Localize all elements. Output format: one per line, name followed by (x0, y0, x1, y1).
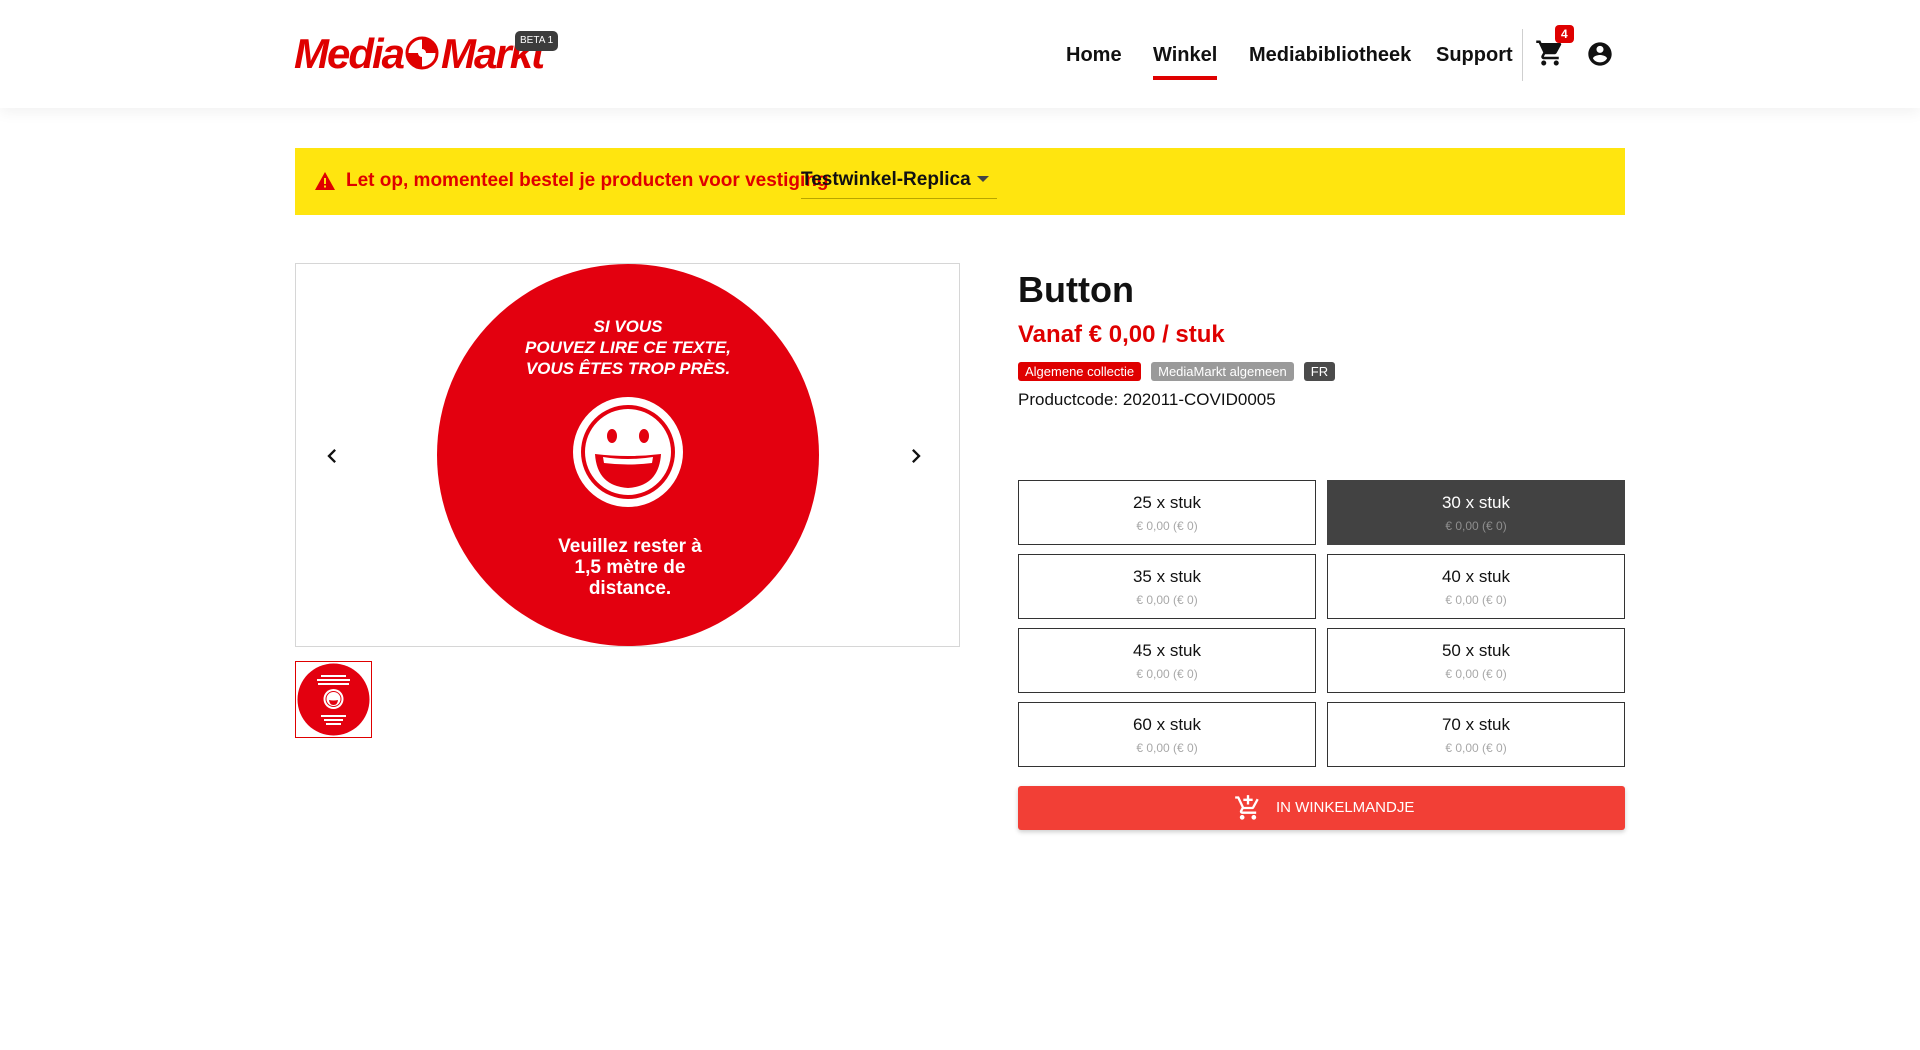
quantity-option-25[interactable]: 25 x stuk € 0,00 (€ 0) (1018, 480, 1316, 545)
option-qty: 25 x stuk (1132, 493, 1202, 512)
tag-brand: MediaMarkt algemeen (1151, 362, 1294, 381)
option-qty: 60 x stuk (1132, 715, 1202, 734)
nav-support[interactable]: Support (1436, 42, 1513, 68)
banner-message: Let op, momenteel bestel je producten vo… (346, 170, 829, 191)
caret-down-icon (977, 176, 989, 182)
image-text-top-2: POUVEZ LIRE CE TEXTE, (525, 338, 731, 357)
quantity-option-35[interactable]: 35 x stuk € 0,00 (€ 0) (1018, 554, 1316, 619)
product-gallery: SI VOUS POUVEZ LIRE CE TEXTE, VOUS ÊTES … (295, 263, 960, 647)
option-qty: 70 x stuk (1441, 715, 1511, 734)
nav-divider (1522, 29, 1523, 81)
store-select-value: Testwinkel-Replica (801, 169, 971, 190)
add-to-cart-button[interactable]: IN WINKELMANDJE (1018, 786, 1625, 830)
account-circle-icon[interactable] (1586, 40, 1614, 68)
cart-count-badge: 4 (1555, 25, 1574, 43)
product-title: Button (1018, 269, 1134, 310)
quantity-option-70[interactable]: 70 x stuk € 0,00 (€ 0) (1327, 702, 1625, 767)
quantity-option-30[interactable]: 30 x stuk € 0,00 (€ 0) (1327, 480, 1625, 545)
option-price: € 0,00 (€ 0) (1445, 593, 1507, 607)
option-price: € 0,00 (€ 0) (1445, 667, 1507, 681)
option-price: € 0,00 (€ 0) (1136, 741, 1198, 755)
chevron-right-icon[interactable] (902, 442, 930, 470)
tag-language: FR (1303, 362, 1336, 381)
store-warning-banner: Let op, momenteel bestel je producten vo… (295, 148, 1625, 215)
option-price: € 0,00 (€ 0) (1136, 519, 1198, 533)
image-text-bottom-2: 1,5 mètre de (575, 557, 686, 578)
warning-icon (315, 172, 335, 190)
image-text-bottom-1: Veuillez rester à (558, 536, 702, 557)
option-qty: 45 x stuk (1132, 641, 1202, 660)
option-qty: 40 x stuk (1441, 567, 1511, 586)
store-select[interactable]: Testwinkel-Replica (801, 166, 997, 199)
option-price: € 0,00 (€ 0) (1445, 519, 1507, 533)
tag-collection: Algemene collectie (1018, 362, 1142, 381)
add-shopping-cart-icon (1235, 795, 1259, 820)
main-nav: Home Winkel Mediabibliotheek Support (0, 42, 1920, 82)
image-text-top-3: VOUS ÊTES TROP PRÈS. (526, 359, 730, 378)
quantity-options: 25 x stuk € 0,00 (€ 0) 30 x stuk € 0,00 … (1018, 480, 1625, 767)
thumbnail-image (297, 663, 370, 736)
nav-home[interactable]: Home (1066, 42, 1122, 68)
quantity-option-40[interactable]: 40 x stuk € 0,00 (€ 0) (1327, 554, 1625, 619)
nav-winkel[interactable]: Winkel (1153, 42, 1218, 80)
option-price: € 0,00 (€ 0) (1136, 667, 1198, 681)
product-thumbnail[interactable] (295, 661, 372, 738)
site-header: Media Markt BETA 1 Home Winkel Mediabibl… (0, 0, 1920, 108)
quantity-option-50[interactable]: 50 x stuk € 0,00 (€ 0) (1327, 628, 1625, 693)
product-tags: Algemene collectie MediaMarkt algemeen F… (1018, 362, 1336, 381)
quantity-option-45[interactable]: 45 x stuk € 0,00 (€ 0) (1018, 628, 1316, 693)
nav-mediabibliotheek[interactable]: Mediabibliotheek (1249, 42, 1411, 68)
option-price: € 0,00 (€ 0) (1445, 741, 1507, 755)
quantity-option-60[interactable]: 60 x stuk € 0,00 (€ 0) (1018, 702, 1316, 767)
option-qty: 30 x stuk (1441, 493, 1511, 512)
option-price: € 0,00 (€ 0) (1136, 593, 1198, 607)
add-to-cart-label: IN WINKELMANDJE (1276, 799, 1415, 816)
smiley-face-icon (573, 397, 683, 507)
product-code: Productcode: 202011-COVID0005 (1018, 390, 1276, 409)
option-qty: 35 x stuk (1132, 567, 1202, 586)
image-text-top-1: SI VOUS (594, 317, 664, 336)
product-price: Vanaf € 0,00 / stuk (1018, 321, 1225, 348)
product-image: SI VOUS POUVEZ LIRE CE TEXTE, VOUS ÊTES … (437, 264, 819, 646)
image-text-bottom-3: distance. (589, 578, 671, 599)
chevron-left-icon[interactable] (318, 442, 346, 470)
option-qty: 50 x stuk (1441, 641, 1511, 660)
